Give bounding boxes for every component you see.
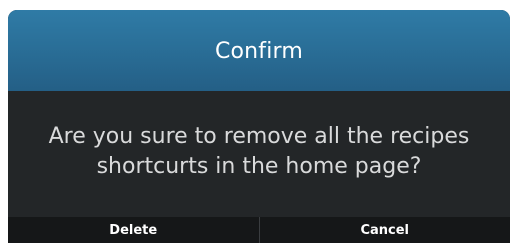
dialog-title: Confirm [214, 39, 304, 64]
confirm-dialog: Confirm Are you sure to remove all the r… [8, 10, 510, 243]
dialog-body: Are you sure to remove all the recipes s… [8, 91, 510, 217]
delete-button[interactable]: Delete [8, 217, 259, 243]
dialog-message: Are you sure to remove all the recipes s… [48, 124, 470, 179]
dialog-header: Confirm [8, 10, 510, 91]
cancel-button[interactable]: Cancel [260, 217, 511, 243]
dialog-footer: Delete Cancel [8, 217, 510, 243]
